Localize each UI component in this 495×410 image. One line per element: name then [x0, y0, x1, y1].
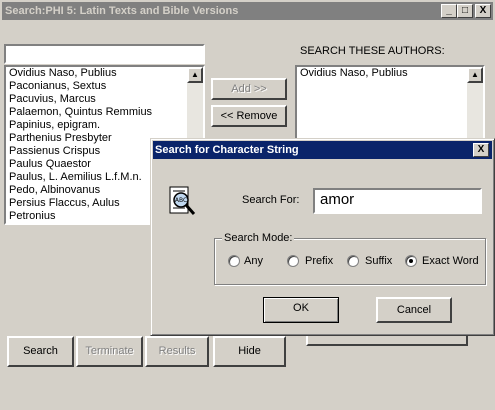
author-list-item[interactable]: Papinius, epigram. — [6, 119, 187, 132]
author-list-item[interactable]: Paconianus, Sextus — [6, 80, 187, 93]
ok-button[interactable]: OK — [263, 297, 339, 323]
svg-text:ABC: ABC — [175, 197, 187, 204]
selected-author-item[interactable]: Ovidius Naso, Publius — [297, 67, 467, 80]
mode-suffix-radio[interactable] — [347, 255, 359, 267]
mode-exact-word-radio[interactable] — [405, 255, 417, 267]
search-magnifier-icon: ABC — [167, 185, 199, 219]
dialog-title: Search for Character String — [155, 144, 299, 156]
selected-authors-list[interactable]: Ovidius Naso, Publius ▲ — [295, 65, 485, 145]
hide-button[interactable]: Hide — [213, 336, 286, 367]
search-string-input[interactable]: amor — [313, 188, 482, 214]
mode-any-radio[interactable] — [228, 255, 240, 267]
mode-any-label: Any — [244, 255, 263, 267]
terminate-button[interactable]: Terminate — [76, 336, 143, 367]
main-window-title: Search:PHI 5: Latin Texts and Bible Vers… — [5, 5, 239, 17]
author-filter-input[interactable] — [4, 44, 205, 64]
mode-prefix-radio[interactable] — [287, 255, 299, 267]
scroll-up-arrow-icon[interactable]: ▲ — [187, 67, 203, 83]
author-list-item[interactable]: Ovidius Naso, Publius — [6, 67, 187, 80]
selected-scrollbar[interactable]: ▲ — [467, 67, 483, 143]
results-button[interactable]: Results — [145, 336, 209, 367]
close-button[interactable]: X — [475, 4, 491, 18]
search-string-dialog: Search for Character String X ABC Search… — [150, 138, 495, 336]
search-button[interactable]: Search — [7, 336, 74, 367]
mode-exact-word-label: Exact Word — [422, 255, 479, 267]
search-these-authors-label: SEARCH THESE AUTHORS: — [300, 45, 445, 57]
add-author-button[interactable]: Add >> — [211, 78, 287, 100]
mode-suffix-label: Suffix — [365, 255, 393, 267]
mode-prefix-label: Prefix — [305, 255, 334, 267]
author-list-item[interactable]: Pacuvius, Marcus — [6, 93, 187, 106]
main-title-bar[interactable]: Search:PHI 5: Latin Texts and Bible Vers… — [2, 2, 493, 20]
search-for-label: Search For: — [242, 194, 300, 206]
remove-author-button[interactable]: << Remove — [211, 105, 287, 127]
author-list-item[interactable]: Palaemon, Quintus Remmius — [6, 106, 187, 119]
dialog-close-button[interactable]: X — [473, 143, 489, 157]
maximize-button[interactable]: □ — [457, 4, 473, 18]
minimize-button[interactable]: _ — [441, 4, 457, 18]
search-mode-label: Search Mode: — [222, 232, 295, 244]
dialog-title-bar[interactable]: Search for Character String X — [153, 141, 492, 159]
cancel-button[interactable]: Cancel — [376, 297, 452, 323]
selected-scroll-up-arrow-icon[interactable]: ▲ — [467, 67, 483, 83]
